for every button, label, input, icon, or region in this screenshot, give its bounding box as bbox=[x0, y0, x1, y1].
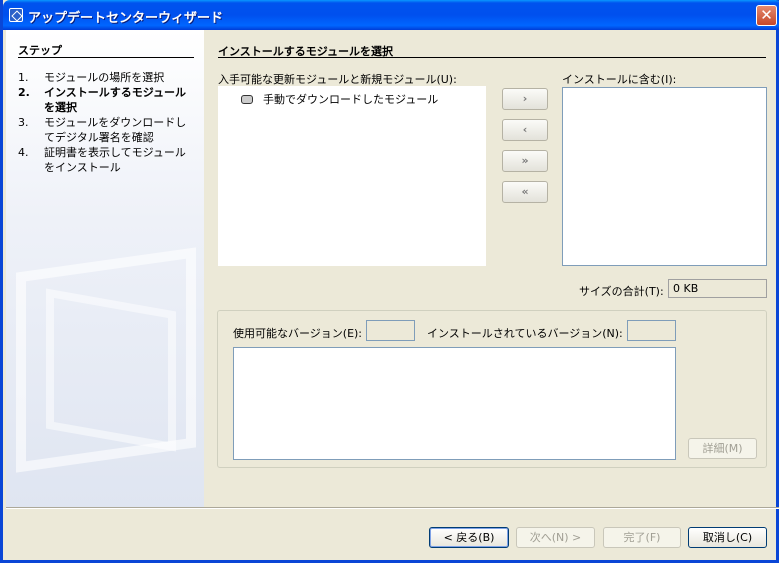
button-bar-divider bbox=[6, 507, 779, 509]
title-divider bbox=[218, 57, 766, 58]
step-item: 3. モジュールをダウンロードしてデジタル署名を確認 bbox=[18, 115, 194, 145]
list-item[interactable]: 手動でダウンロードしたモジュール bbox=[241, 91, 438, 107]
app-icon bbox=[9, 8, 23, 22]
size-label: サイズの合計(T): bbox=[579, 285, 664, 298]
close-button[interactable]: ✕ bbox=[756, 5, 777, 26]
finish-button[interactable]: 完了(F) bbox=[603, 527, 681, 548]
step-label: モジュールをダウンロードしてデジタル署名を確認 bbox=[44, 116, 187, 144]
module-icon bbox=[241, 95, 253, 104]
steps-title: ステップ bbox=[18, 44, 62, 57]
include-label: インストールに含む(I): bbox=[562, 73, 677, 86]
available-modules-list[interactable]: 手動でダウンロードしたモジュール bbox=[218, 86, 486, 266]
window-title: アップデートセンターウィザード bbox=[28, 11, 224, 26]
steps-pane: ステップ 1. モジュールの場所を選択 2. インストールするモジュールを選択 3.… bbox=[6, 30, 204, 507]
step-label: 証明書を表示してモジュールをインストール bbox=[44, 146, 186, 174]
available-version-field bbox=[366, 320, 415, 341]
include-list[interactable] bbox=[562, 87, 767, 266]
remove-all-button[interactable]: « bbox=[502, 181, 548, 203]
steps-divider bbox=[18, 57, 194, 58]
description-area[interactable] bbox=[233, 347, 676, 460]
installed-version-field bbox=[627, 320, 676, 341]
available-version-label: 使用可能なバージョン(E): bbox=[233, 327, 363, 340]
available-modules-label: 入手可能な更新モジュールと新規モジュール(U): bbox=[218, 73, 457, 86]
step-item: 1. モジュールの場所を選択 bbox=[18, 70, 194, 85]
remove-button[interactable]: ‹ bbox=[502, 119, 548, 141]
steps-list: 1. モジュールの場所を選択 2. インストールするモジュールを選択 3. モジュール… bbox=[18, 70, 194, 175]
cancel-button[interactable]: 取消し(C) bbox=[688, 527, 767, 548]
next-button[interactable]: 次へ(N) > bbox=[516, 527, 595, 548]
step-label: インストールするモジュールを選択 bbox=[44, 86, 187, 114]
installed-version-label: インストールされているバージョン(N): bbox=[427, 327, 623, 340]
add-all-button[interactable]: » bbox=[502, 150, 548, 172]
step-item: 4. 証明書を表示してモジュールをインストール bbox=[18, 145, 194, 175]
title-bar[interactable]: アップデートセンターウィザード ✕ bbox=[3, 0, 779, 30]
step-item-current: 2. インストールするモジュールを選択 bbox=[18, 85, 194, 115]
step-label: モジュールの場所を選択 bbox=[44, 71, 165, 84]
list-item-label: 手動でダウンロードしたモジュール bbox=[263, 93, 439, 106]
size-value-field: 0 KB bbox=[668, 279, 767, 298]
step-number: 1. bbox=[18, 71, 29, 84]
background-cube-graphic-inner bbox=[46, 288, 176, 452]
step-number: 2. bbox=[18, 86, 30, 99]
back-button[interactable]: < 戻る(B) bbox=[429, 527, 509, 548]
details-button[interactable]: 詳細(M) bbox=[688, 438, 757, 459]
step-number: 3. bbox=[18, 116, 29, 129]
add-button[interactable]: › bbox=[502, 88, 548, 110]
step-number: 4. bbox=[18, 146, 29, 159]
wizard-window: アップデートセンターウィザード ✕ ステップ 1. モジュールの場所を選択 2. イ… bbox=[0, 0, 779, 563]
